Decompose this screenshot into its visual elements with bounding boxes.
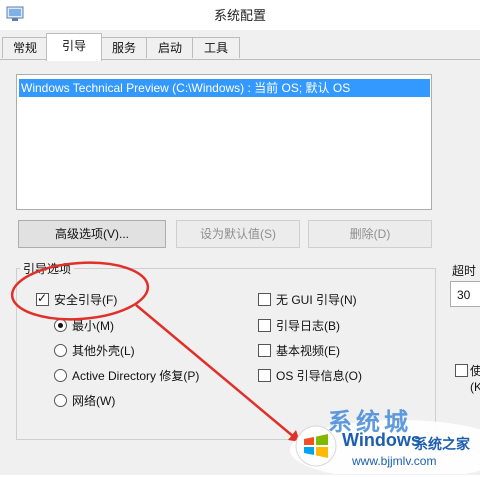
delete-button[interactable]: 删除(D)	[308, 220, 432, 248]
tab-services[interactable]: 服务	[100, 37, 148, 58]
network-radio[interactable]: 网络(W)	[54, 392, 115, 409]
checkbox-box[interactable]	[258, 344, 271, 357]
no-gui-boot-label: 无 GUI 引导(N)	[276, 293, 357, 307]
tab-general[interactable]: 常规	[2, 37, 48, 58]
window-title: 系统配置	[213, 8, 266, 23]
boot-entries-list[interactable]: Windows Technical Preview (C:\Windows) :…	[16, 74, 432, 210]
timeout-input[interactable]: 30	[450, 281, 480, 307]
radio-circle[interactable]	[54, 319, 67, 332]
safe-boot-checkbox[interactable]: 安全引导(F)	[36, 291, 117, 308]
watermark-url: www.bjjmlv.com	[352, 454, 437, 468]
os-boot-info-checkbox[interactable]: OS 引导信息(O)	[258, 367, 362, 384]
advanced-options-button[interactable]: 高级选项(V)...	[18, 220, 166, 248]
radio-circle[interactable]	[54, 344, 67, 357]
safe-boot-label: 安全引导(F)	[54, 293, 118, 307]
minimal-label: 最小(M)	[72, 319, 114, 333]
radio-circle[interactable]	[54, 369, 67, 382]
network-label: 网络(W)	[72, 394, 116, 408]
base-video-label: 基本视频(E)	[276, 344, 340, 358]
tab-tools[interactable]: 工具	[192, 37, 240, 58]
boot-options-legend: 引导选项	[20, 260, 75, 277]
timeout-label: 超时	[452, 264, 477, 278]
make-permanent-label: 使	[470, 364, 480, 378]
tab-strip: 常规 引导 服务 启动 工具	[0, 30, 480, 61]
watermark-windows-text: Windows	[342, 430, 421, 450]
alternate-shell-label: 其他外壳(L)	[72, 344, 135, 358]
ad-repair-radio[interactable]: Active Directory 修复(P)	[54, 367, 199, 384]
boot-entry-row[interactable]: Windows Technical Preview (C:\Windows) :…	[19, 79, 430, 97]
tab-startup[interactable]: 启动	[146, 37, 194, 58]
os-boot-info-label: OS 引导信息(O)	[276, 369, 362, 383]
windows-logo-icon	[295, 425, 337, 467]
watermark-cn-text: 系统之家	[414, 436, 470, 452]
minimal-radio[interactable]: 最小(M)	[54, 317, 114, 334]
alternate-shell-radio[interactable]: 其他外壳(L)	[54, 342, 135, 359]
title-bar: 系统配置	[0, 0, 480, 31]
radio-circle[interactable]	[54, 394, 67, 407]
boot-log-label: 引导日志(B)	[276, 319, 340, 333]
checkbox-box[interactable]	[36, 291, 49, 306]
boot-log-checkbox[interactable]: 引导日志(B)	[258, 317, 340, 334]
set-default-button[interactable]: 设为默认值(S)	[176, 220, 300, 248]
make-permanent-sub-label: (K	[470, 380, 480, 394]
no-gui-boot-checkbox[interactable]: 无 GUI 引导(N)	[258, 291, 357, 308]
checkbox-box[interactable]	[258, 293, 271, 306]
tab-boot[interactable]: 引导	[46, 33, 102, 61]
checkbox-box[interactable]	[455, 364, 468, 377]
ad-repair-label: Active Directory 修复(P)	[72, 369, 200, 383]
base-video-checkbox[interactable]: 基本视频(E)	[258, 342, 340, 359]
checkbox-box[interactable]	[258, 369, 271, 382]
checkbox-box[interactable]	[258, 319, 271, 332]
